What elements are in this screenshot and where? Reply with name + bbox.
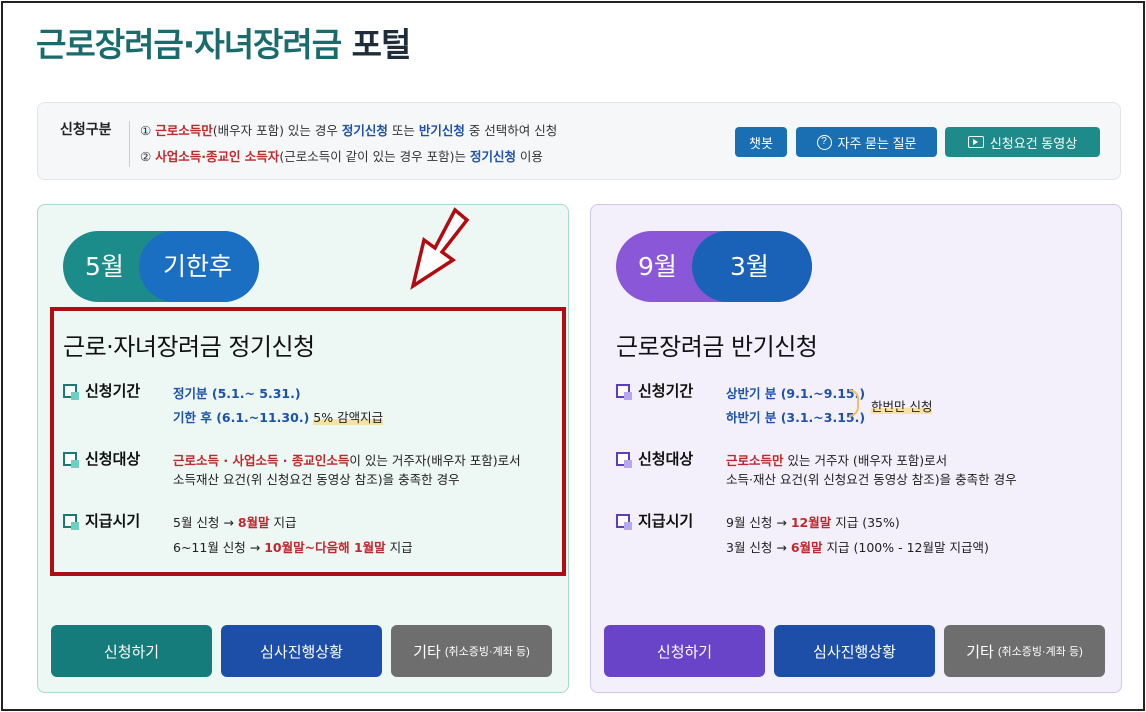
application-type-info: 신청구분 ① 근로소득만(배우자 포함) 있는 경우 정기신청 또는 반기신청 … xyxy=(37,102,1121,180)
payment-2-post: 지급 (100% - 12월말 지급액) xyxy=(822,540,989,555)
pill-secondary: 3월 xyxy=(692,231,812,302)
info-line-1-text-c: 중 선택하여 신청 xyxy=(464,123,558,138)
pill-secondary-label: 기한후 xyxy=(163,252,233,281)
page-title: 근로장려금·자녀장려금 포털 xyxy=(36,18,412,66)
period-second-half: 하반기 분 (3.1.~3.15.) xyxy=(726,410,866,425)
period-label: 신청기간 xyxy=(638,382,694,400)
apply-label: 신청하기 xyxy=(103,643,160,661)
payment-label: 지급시기 xyxy=(638,512,694,530)
other-button[interactable]: 기타 (취소증빙·계좌 등) xyxy=(391,625,552,677)
apply-button[interactable]: 신청하기 xyxy=(51,625,212,677)
info-line-2: ② 사업소득·종교인 소득자(근로소득이 같이 있는 경우 포함)는 정기신청 … xyxy=(140,146,543,165)
pointer-arrow-icon xyxy=(410,207,470,290)
chatbot-label: 챗봇 xyxy=(749,135,773,151)
period-note: 한번만 신청 xyxy=(871,396,933,415)
period-row-label: 신청기간 xyxy=(616,380,693,401)
period-first-half: 상반기 분 (9.1.~9.15.) xyxy=(726,386,866,401)
pill-primary-label: 9월 xyxy=(638,252,677,281)
other-sublabel: (취소증빙·계좌 등) xyxy=(997,646,1083,658)
info-line-1-number: ① xyxy=(140,123,152,138)
video-label: 신청요건 동영상 xyxy=(989,135,1078,151)
other-sublabel: (취소증빙·계좌 등) xyxy=(444,646,530,658)
payment-2-date: 6월말 xyxy=(790,540,823,555)
payment-2-pre: 3월 신청 → xyxy=(726,540,791,555)
info-line-1-highlight: 근로소득만 xyxy=(155,123,213,138)
checkbox-square-icon xyxy=(616,513,632,530)
period-line-1: 상반기 분 (9.1.~9.15.) xyxy=(726,383,865,402)
pill-secondary-label: 3월 xyxy=(730,252,769,281)
info-line-1: ① 근로소득만(배우자 포함) 있는 경우 정기신청 또는 반기신청 중 선택하… xyxy=(140,120,557,139)
pill-secondary: 기한후 xyxy=(139,231,259,302)
month-pill: 5월 기한후 xyxy=(63,231,259,302)
review-status-label: 심사진행상황 xyxy=(260,643,343,661)
page-title-suffix: 포털 xyxy=(351,25,412,64)
info-line-2-highlight: 사업소득·종교인 소득자 xyxy=(155,149,280,164)
payment-1-post: 지급 (35%) xyxy=(831,515,900,530)
target-label: 신청대상 xyxy=(638,450,694,468)
once-only-note: 한번만 신청 xyxy=(871,399,933,414)
payment-1-pre: 9월 신청 → xyxy=(726,515,791,530)
info-line-2-number: ② xyxy=(140,149,152,164)
review-status-label: 심사진행상황 xyxy=(813,643,896,661)
half-year-application-card: 9월 3월 근로장려금 반기신청 신청기간 상반기 분 (9.1.~9.15.)… xyxy=(590,204,1122,693)
payment-1-date: 12월말 xyxy=(790,515,832,530)
checkbox-square-icon xyxy=(616,451,632,468)
payment-row-label: 지급시기 xyxy=(616,510,693,531)
requirements-video-button[interactable]: 신청요건 동영상 xyxy=(945,127,1100,157)
review-status-button[interactable]: 심사진행상황 xyxy=(774,625,935,677)
target-line-1: 근로소득만 있는 거주자 (배우자 포함)로서 xyxy=(726,450,947,469)
faq-label: 자주 묻는 질문 xyxy=(837,135,917,151)
page-title-main: 근로장려금·자녀장려금 xyxy=(36,25,342,64)
info-line-1-text-b: 또는 xyxy=(387,123,419,138)
info-line-2-text-b: 이용 xyxy=(515,149,543,164)
payment-line-1: 9월 신청 → 12월말 지급 (35%) xyxy=(726,512,900,531)
red-highlight-box xyxy=(50,307,566,576)
question-icon: ? xyxy=(816,134,832,150)
target-line-2: 소득·재산 요건(위 신청요건 동영상 참조)을 충족한 경우 xyxy=(726,472,1017,487)
play-icon xyxy=(967,136,984,148)
pill-primary-label: 5월 xyxy=(85,252,124,281)
checkbox-square-icon xyxy=(616,383,632,400)
info-line-2-regular: 정기신청 xyxy=(469,149,516,164)
period-line-2: 하반기 분 (3.1.~3.15.) xyxy=(726,407,865,426)
info-divider xyxy=(129,121,130,167)
info-line-2-text-a: (근로소득이 같이 있는 경우 포함)는 xyxy=(279,149,470,164)
chatbot-button[interactable]: 챗봇 xyxy=(735,127,787,157)
info-label: 신청구분 xyxy=(60,122,112,138)
target-income-types: 근로소득만 xyxy=(726,453,784,468)
target-rest: 있는 거주자 (배우자 포함)로서 xyxy=(783,453,948,468)
other-label: 기타 xyxy=(413,643,441,661)
target-row-label: 신청대상 xyxy=(616,448,693,469)
info-line-1-regular: 정기신청 xyxy=(341,123,388,138)
faq-button[interactable]: ? 자주 묻는 질문 xyxy=(796,127,937,157)
review-status-button[interactable]: 심사진행상황 xyxy=(221,625,382,677)
apply-label: 신청하기 xyxy=(656,643,713,661)
info-line-1-text-a: (배우자 포함) 있는 경우 xyxy=(212,123,342,138)
month-pill: 9월 3월 xyxy=(616,231,812,302)
payment-line-2: 3월 신청 → 6월말 지급 (100% - 12월말 지급액) xyxy=(726,537,989,556)
apply-button[interactable]: 신청하기 xyxy=(604,625,765,677)
card-title: 근로장려금 반기신청 xyxy=(616,333,818,361)
info-line-1-half: 반기신청 xyxy=(418,123,465,138)
other-button[interactable]: 기타 (취소증빙·계좌 등) xyxy=(944,625,1105,677)
other-label: 기타 xyxy=(966,643,994,661)
